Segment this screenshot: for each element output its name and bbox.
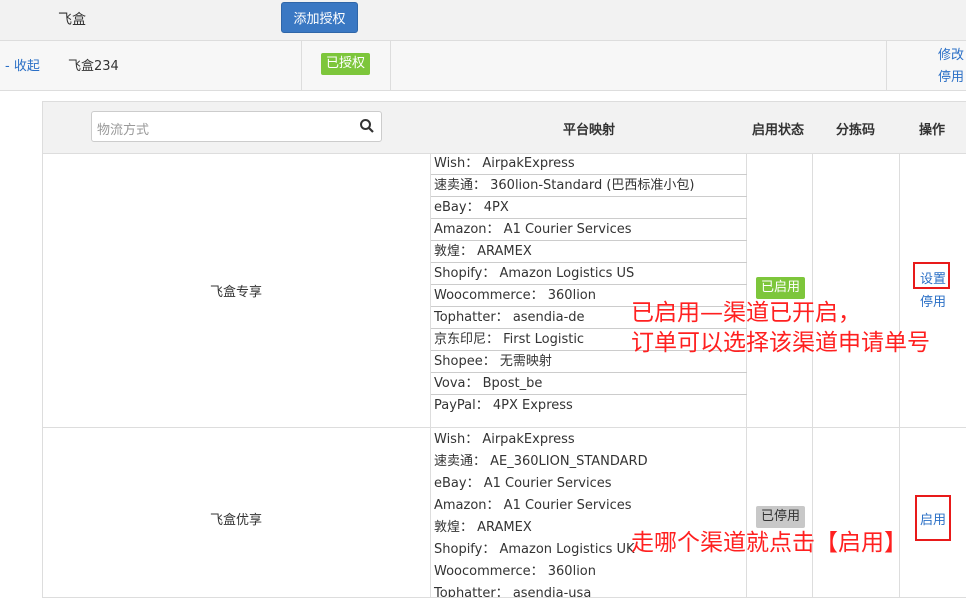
annotation-note: 订单可以选择该渠道申请单号 <box>631 330 930 356</box>
mapping-item: Tophatter： asendia-usa <box>434 586 592 598</box>
collapse-link[interactable]: - 收起 <box>5 55 40 74</box>
row-divider <box>43 427 966 428</box>
logistics-search-input[interactable]: 物流方式 <box>91 111 382 142</box>
add-authorization-button[interactable]: 添加授权 <box>281 2 358 33</box>
mapping-item: 速卖通： AE_360LION_STANDARD <box>434 454 648 469</box>
annotation-note: 走哪个渠道就点击【启用】 <box>631 530 907 556</box>
mapping-list: Wish： AirpakExpress 速卖通： AE_360LION_STAN… <box>431 429 747 598</box>
mapping-item: Wish： AirpakExpress <box>434 432 575 447</box>
mapping-item: eBay： 4PX <box>431 197 747 219</box>
authorized-badge: 已授权 <box>321 53 371 75</box>
authorization-row <box>0 41 966 91</box>
table-header: 物流方式 平台映射 启用状态 分拣码 操作 <box>43 102 966 154</box>
header-status: 启用状态 <box>752 123 805 138</box>
divider <box>390 41 391 90</box>
settings-link[interactable]: 设置 <box>920 268 946 287</box>
mapping-item: eBay： A1 Courier Services <box>434 476 612 491</box>
enable-link[interactable]: 启用 <box>920 509 946 528</box>
mapping-item: Shopify： Amazon Logistics US <box>431 263 747 285</box>
divider <box>301 41 302 90</box>
logistics-name: 飞盒专享 <box>210 285 263 300</box>
search-placeholder: 物流方式 <box>97 123 150 138</box>
edit-link[interactable]: 修改 <box>938 44 964 63</box>
mapping-item: Amazon： A1 Courier Services <box>431 219 747 241</box>
top-bar <box>0 0 966 41</box>
mapping-item: Woocommerce： 360lion <box>434 564 596 579</box>
logistics-name: 飞盒优享 <box>210 513 263 528</box>
platform-title: 飞盒 <box>58 12 86 28</box>
divider <box>886 41 887 90</box>
header-sort-code: 分拣码 <box>836 123 876 138</box>
annotation-note: 已启用—渠道已开启， <box>631 300 861 326</box>
account-name: 飞盒234 <box>68 59 119 74</box>
header-mapping: 平台映射 <box>563 123 616 138</box>
disabled-badge: 已停用 <box>756 506 806 528</box>
mapping-item: 敦煌： ARAMEX <box>431 241 747 263</box>
mapping-item: 速卖通： 360lion-Standard (巴西标准小包) <box>431 175 747 197</box>
search-icon[interactable] <box>359 118 375 138</box>
disable-channel-link[interactable]: 停用 <box>920 291 946 310</box>
enabled-badge: 已启用 <box>756 277 806 299</box>
mapping-item: PayPal： 4PX Express <box>434 398 573 413</box>
mapping-item: Wish： AirpakExpress <box>431 153 747 175</box>
disable-link[interactable]: 停用 <box>938 66 964 85</box>
mapping-item: Vova： Bpost_be <box>431 373 747 395</box>
mapping-item: Amazon： A1 Courier Services <box>434 498 632 513</box>
mapping-list: Wish： AirpakExpress 速卖通： 360lion-Standar… <box>431 153 747 417</box>
header-operations: 操作 <box>919 123 946 138</box>
